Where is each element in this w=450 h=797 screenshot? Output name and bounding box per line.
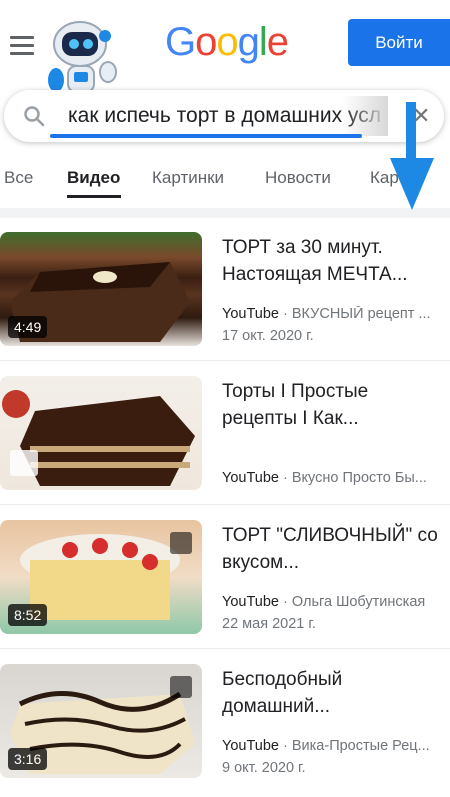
video-title[interactable]: Торты I Простые рецепты I Как... — [222, 378, 440, 432]
video-source: YouTube · Ольга Шобутинская — [222, 594, 426, 610]
video-thumbnail[interactable] — [0, 376, 202, 490]
video-thumbnail[interactable]: 4:49 — [0, 232, 202, 346]
logo-letter: l — [258, 20, 268, 64]
video-date: 9 окт. 2020 г. — [222, 760, 306, 776]
search-blur-overlay — [342, 96, 388, 136]
down-arrow-icon — [390, 102, 434, 210]
sign-in-button[interactable]: Войти — [348, 19, 450, 66]
video-result[interactable]: Торты I Простые рецепты I Как... YouTube… — [0, 364, 450, 504]
video-source: YouTube · ВКУСНЫЙ рецепт ... — [222, 306, 431, 322]
tab-news[interactable]: Новости — [265, 168, 331, 188]
video-result[interactable]: 4:49 ТОРТ за 30 минут. Настоящая МЕЧТА..… — [0, 220, 450, 360]
active-tab-indicator — [67, 195, 121, 198]
logo-letter: o — [195, 20, 217, 64]
header: Google Войти — [0, 0, 450, 106]
video-title[interactable]: Бесподобный домашний... — [222, 666, 440, 720]
video-result[interactable]: 8:52 ТОРТ "СЛИВОЧНЫЙ" со вкусом... YouTu… — [0, 508, 450, 648]
divider — [0, 648, 450, 649]
google-logo[interactable]: Google — [165, 20, 289, 65]
expand-icon — [170, 532, 192, 554]
divider — [0, 360, 450, 361]
video-date: 22 мая 2021 г. — [222, 616, 316, 632]
divider — [0, 208, 450, 218]
tab-all[interactable]: Все — [4, 168, 33, 188]
search-icon — [24, 106, 45, 127]
tab-images[interactable]: Картинки — [152, 168, 224, 188]
logo-letter: e — [266, 20, 289, 64]
search-tabs: Все Видео Картинки Новости Карты — [0, 160, 450, 200]
logo-letter: g — [237, 20, 260, 64]
query-highlight-underline — [50, 134, 362, 138]
video-duration: 8:52 — [8, 604, 48, 626]
video-date: 17 окт. 2020 г. — [222, 328, 314, 344]
logo-letter: G — [165, 20, 196, 64]
video-title[interactable]: ТОРТ "СЛИВОЧНЫЙ" со вкусом... — [222, 522, 440, 576]
video-title[interactable]: ТОРТ за 30 минут. Настоящая МЕЧТА... — [222, 234, 440, 288]
video-thumbnail[interactable]: 3:16 — [0, 664, 202, 778]
video-source: YouTube · Вкусно Просто Бы... — [222, 470, 427, 486]
video-result[interactable]: 3:16 Бесподобный домашний... YouTube · В… — [0, 652, 450, 792]
tab-video[interactable]: Видео — [67, 168, 120, 188]
play-icon — [10, 450, 38, 476]
video-duration: 4:49 — [8, 316, 48, 338]
menu-icon[interactable] — [10, 36, 34, 56]
video-duration: 3:16 — [8, 748, 48, 770]
expand-icon — [170, 676, 192, 698]
logo-letter: o — [216, 20, 238, 64]
divider — [0, 504, 450, 505]
search-query-input[interactable]: как испечь торт в домашних усл — [68, 104, 386, 128]
video-source: YouTube · Вика-Простые Рец... — [222, 738, 430, 754]
video-thumbnail[interactable]: 8:52 — [0, 520, 202, 634]
